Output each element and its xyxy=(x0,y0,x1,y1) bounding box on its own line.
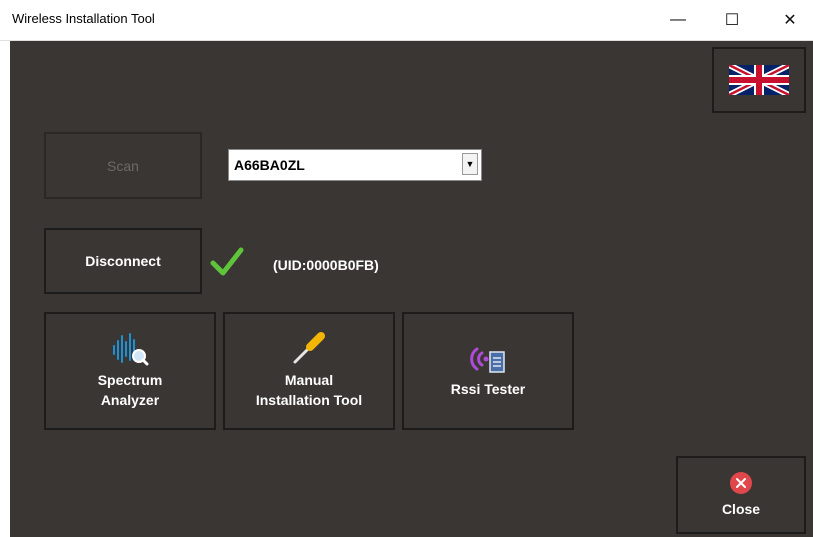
device-dropdown-value: A66BA0ZL xyxy=(234,157,305,173)
chevron-down-icon[interactable]: ▼ xyxy=(462,153,478,175)
device-uid-label: (UID:0000B0FB) xyxy=(273,257,379,273)
disconnect-button[interactable]: Disconnect xyxy=(44,228,202,294)
screwdriver-icon xyxy=(293,332,325,364)
spectrum-analyzer-button[interactable]: Spectrum Analyzer xyxy=(44,312,216,430)
main-panel: Scan A66BA0ZL ▼ Disconnect (UID:0000B0FB… xyxy=(10,41,813,537)
minimize-button[interactable]: — xyxy=(655,0,701,40)
checkmark-icon xyxy=(210,247,244,276)
window-title: Wireless Installation Tool xyxy=(12,11,155,26)
rssi-tester-label: Rssi Tester xyxy=(450,381,526,397)
manual-installation-tool-button[interactable]: Manual Installation Tool xyxy=(223,312,395,430)
spectrum-analyzer-label: Spectrum Analyzer xyxy=(97,372,163,408)
title-bar: Wireless Installation Tool — ☐ ✕ xyxy=(0,0,813,41)
close-window-button[interactable]: ✕ xyxy=(767,0,813,40)
close-circle-icon xyxy=(730,472,752,494)
uk-flag-icon xyxy=(729,65,789,95)
spectrum-analyzer-icon xyxy=(113,333,149,366)
device-dropdown[interactable]: A66BA0ZL ▼ xyxy=(228,149,482,181)
rssi-tester-icon xyxy=(470,347,505,373)
close-button-label: Close xyxy=(721,501,761,517)
maximize-button[interactable]: ☐ xyxy=(709,0,755,40)
close-button[interactable]: Close xyxy=(676,456,806,534)
rssi-tester-button[interactable]: Rssi Tester xyxy=(402,312,574,430)
scan-button[interactable]: Scan xyxy=(44,132,202,199)
language-button[interactable] xyxy=(712,47,806,113)
manual-installation-tool-label: Manual Installation Tool xyxy=(255,372,363,408)
